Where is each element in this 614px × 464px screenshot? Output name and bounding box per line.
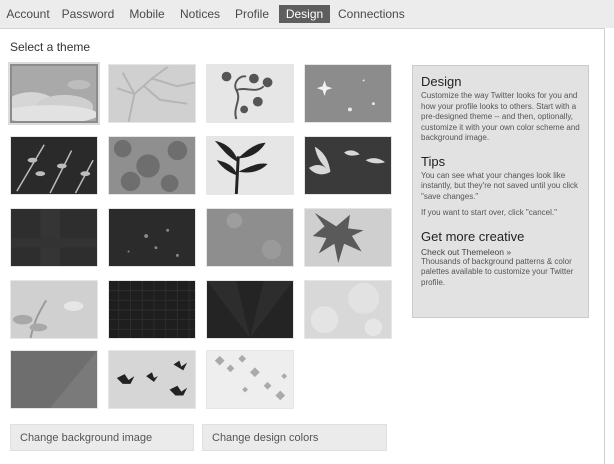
theme-thumb-bokeh[interactable] xyxy=(304,280,392,339)
dark-speckle-thumbnail xyxy=(11,209,97,266)
bokeh-thumbnail xyxy=(305,281,391,338)
tab-connections[interactable]: Connections xyxy=(338,5,405,23)
theme-thumb-tree-branches[interactable] xyxy=(108,64,196,123)
tips-description: You can see what your changes look like … xyxy=(421,170,579,201)
creative-description: Thousands of background patterns & color… xyxy=(421,256,574,287)
leafy-twigs-thumbnail xyxy=(11,137,97,194)
creative-title: Get more creative xyxy=(421,228,525,244)
settings-tab-bar: Account Password Mobile Notices Profile … xyxy=(0,0,614,29)
tips-title: Tips xyxy=(421,153,446,169)
birds-thumbnail xyxy=(109,351,195,408)
clouds-thumbnail xyxy=(12,66,96,121)
theme-thumb-birds[interactable] xyxy=(108,350,196,409)
design-title: Design xyxy=(421,74,462,89)
theme-thumb-soft-flowers[interactable] xyxy=(206,208,294,267)
leaf-and-cloud-thumbnail xyxy=(11,281,97,338)
plant-silhouette-thumbnail xyxy=(207,137,293,194)
maple-leaf-thumbnail xyxy=(305,209,391,266)
theme-thumb-leaf-and-cloud[interactable] xyxy=(10,280,98,339)
theme-thumb-diagonal-split[interactable] xyxy=(10,350,98,409)
select-theme-heading: Select a theme xyxy=(10,40,91,54)
theme-thumb-curly-vines[interactable] xyxy=(206,64,294,123)
tree-branches-thumbnail xyxy=(109,65,195,122)
night-lights-thumbnail xyxy=(109,209,195,266)
theme-thumb-leafy-twigs[interactable] xyxy=(10,136,98,195)
tab-account[interactable]: Account xyxy=(4,5,52,23)
tips-start-over: If you want to start over, click "cancel… xyxy=(421,208,557,217)
theme-thumb-dark-speckle[interactable] xyxy=(10,208,98,267)
theme-thumb-flying-birds-dark[interactable] xyxy=(304,136,392,195)
change-background-button[interactable]: Change background image xyxy=(10,424,194,451)
tab-mobile[interactable]: Mobile xyxy=(127,5,167,23)
theme-thumb-night-lights[interactable] xyxy=(108,208,196,267)
theme-thumb-clouds[interactable] xyxy=(8,62,100,125)
tab-notices[interactable]: Notices xyxy=(179,5,221,23)
theme-thumb-dark-rays[interactable] xyxy=(206,280,294,339)
falling-leaves-thumbnail xyxy=(207,351,293,408)
tab-profile[interactable]: Profile xyxy=(234,5,270,23)
sparkles-thumbnail xyxy=(305,65,391,122)
theme-thumb-falling-leaves[interactable] xyxy=(206,350,294,409)
change-colors-button[interactable]: Change design colors xyxy=(202,424,387,451)
hex-pattern-thumbnail xyxy=(109,281,195,338)
curly-vines-thumbnail xyxy=(207,65,293,122)
foliage-texture-thumbnail xyxy=(109,137,195,194)
theme-thumb-sparkles[interactable] xyxy=(304,64,392,123)
design-description: Customize the way Twitter looks for you … xyxy=(421,91,580,142)
theme-thumb-plant-silhouette[interactable] xyxy=(206,136,294,195)
flying-birds-dark-thumbnail xyxy=(305,137,391,194)
themeleon-link[interactable]: Check out Themeleon » xyxy=(421,247,580,257)
soft-flowers-thumbnail xyxy=(207,209,293,266)
theme-thumb-maple-leaf[interactable] xyxy=(304,208,392,267)
theme-thumb-hex-pattern[interactable] xyxy=(108,280,196,339)
design-help-panel: Design Customize the way Twitter looks f… xyxy=(412,65,589,318)
tab-design[interactable]: Design xyxy=(279,5,330,23)
page-right-border xyxy=(604,28,614,464)
tab-password[interactable]: Password xyxy=(60,5,116,23)
dark-rays-thumbnail xyxy=(207,281,293,338)
theme-thumb-foliage-texture[interactable] xyxy=(108,136,196,195)
diagonal-split-thumbnail xyxy=(11,351,97,408)
